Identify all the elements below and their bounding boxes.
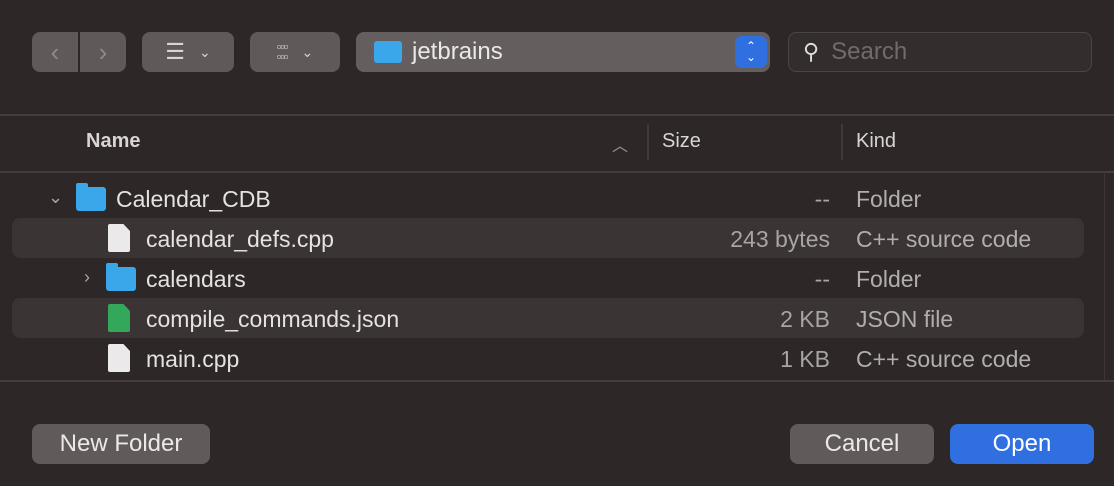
file-name: calendars (146, 266, 246, 292)
file-size: 2 KB (780, 306, 830, 332)
file-name: compile_commands.json (146, 306, 400, 332)
back-button[interactable]: ‹ (32, 32, 78, 72)
chevron-left-icon: ‹ (50, 36, 60, 67)
file-row[interactable]: compile_commands.json 2 KB JSON file (12, 298, 1084, 338)
json-file-icon (108, 304, 130, 332)
location-label: jetbrains (412, 38, 503, 65)
file-row[interactable]: calendar_defs.cpp 243 bytes C++ source c… (12, 218, 1084, 258)
sort-ascending-icon: ︿ (612, 138, 629, 155)
divider (0, 171, 1114, 173)
column-separator[interactable] (647, 124, 649, 160)
disclosure-collapsed-icon[interactable]: › (84, 267, 90, 288)
file-kind: Folder (856, 186, 922, 212)
chevron-down-icon: ⌄ (301, 43, 314, 60)
location-popup[interactable]: jetbrains ⌃ ⌄ (356, 32, 770, 72)
column-header-size[interactable]: Size (662, 130, 701, 153)
file-row[interactable]: › calendars -- Folder (12, 258, 1084, 298)
file-size: 1 KB (780, 346, 830, 372)
divider (0, 114, 1114, 116)
file-name: Calendar_CDB (116, 186, 271, 212)
disclosure-expanded-icon[interactable]: ⌄ (48, 187, 63, 208)
chevron-right-icon: › (98, 36, 108, 67)
group-button[interactable]: ▫▫▫ ▫▫▫ ⌄ (250, 32, 340, 72)
search-placeholder: Search (831, 38, 908, 65)
file-row[interactable]: ⌄ Calendar_CDB -- Folder (12, 178, 1084, 218)
file-name: main.cpp (146, 346, 240, 372)
open-button[interactable]: Open (950, 424, 1094, 464)
view-mode-button[interactable]: ☰ ⌄ (142, 32, 234, 72)
file-kind: C++ source code (856, 346, 1032, 372)
search-field[interactable]: ⚲ Search (788, 32, 1092, 72)
cpp-file-icon (108, 344, 130, 372)
column-separator[interactable] (841, 124, 843, 160)
file-size: 243 bytes (730, 226, 830, 252)
folder-icon (76, 183, 106, 211)
column-header-kind[interactable]: Kind (856, 130, 896, 153)
cancel-button[interactable]: Cancel (790, 424, 934, 464)
file-name: calendar_defs.cpp (146, 226, 334, 252)
file-size: -- (814, 266, 830, 292)
home-folder-icon (374, 41, 402, 63)
group-icon: ▫▫▫ ▫▫▫ (276, 39, 289, 64)
cpp-file-icon (108, 224, 130, 252)
file-kind: JSON file (856, 306, 954, 332)
divider (0, 380, 1114, 382)
file-size: -- (814, 186, 830, 212)
column-header-name[interactable]: Name (86, 130, 140, 153)
search-icon: ⚲ (803, 39, 820, 64)
folder-icon (106, 263, 136, 291)
stepper-icon: ⌃ ⌄ (735, 36, 767, 68)
list-icon: ☰ (165, 39, 185, 64)
file-kind: Folder (856, 266, 922, 292)
chevron-down-icon: ⌄ (199, 43, 211, 60)
forward-button[interactable]: › (80, 32, 126, 72)
scrollbar[interactable] (1104, 172, 1114, 382)
file-row[interactable]: main.cpp 1 KB C++ source code (12, 338, 1084, 378)
new-folder-button[interactable]: New Folder (32, 424, 210, 464)
file-kind: C++ source code (856, 226, 1032, 252)
